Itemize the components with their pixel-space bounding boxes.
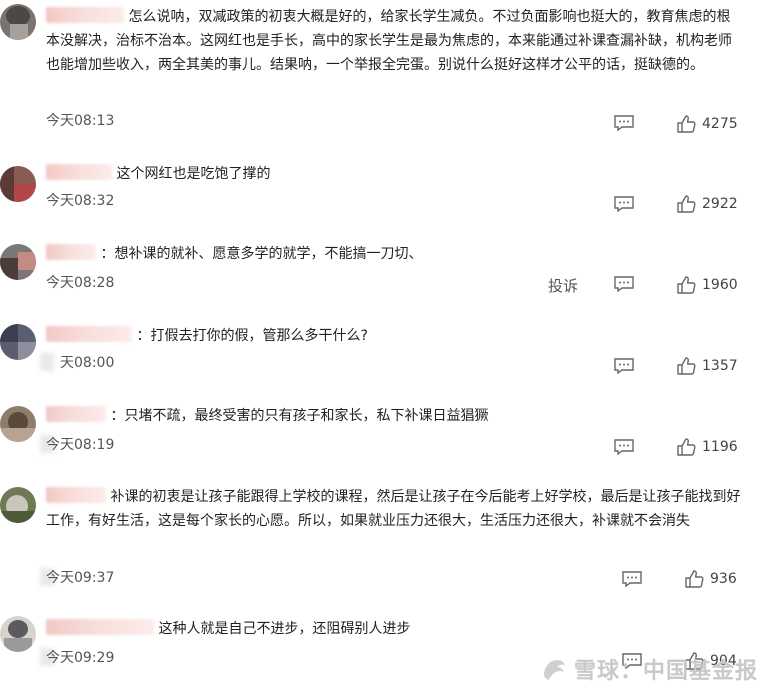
username-blurred[interactable] [46,487,106,503]
like-count: 1960 [702,277,738,293]
comment-reply-icon[interactable] [613,357,635,375]
like-button[interactable]: 1960 [676,274,738,296]
like-button[interactable]: 936 [684,568,737,590]
comment-text: 这种人就是自己不进步，还阻碍别人进步 [46,617,741,641]
report-button[interactable]: 投诉 [548,276,578,296]
like-count: 1196 [702,439,738,455]
snowball-logo-icon [544,660,565,680]
like-count: 4275 [702,116,738,132]
like-button[interactable]: 1357 [676,355,738,377]
comment-text: ：只堵不疏，最终受害的只有孩子和家长，私下补课日益猖獗 [46,404,741,428]
comment-reply-icon[interactable] [613,438,635,456]
comment-time: 今天08:32 [46,193,115,209]
username-blurred[interactable] [46,406,106,422]
thumbs-up-icon [677,438,696,456]
username-blurred[interactable] [46,244,96,260]
comment-time: 今天08:13 [46,113,115,129]
thumbs-up-icon [677,276,696,294]
time-blurred [40,353,54,371]
like-count: 936 [710,571,737,587]
comment-reply-icon[interactable] [613,114,635,132]
watermark: 雪球：中国基金报 [540,652,758,686]
like-count: 1357 [702,358,738,374]
thumbs-up-icon [677,357,696,375]
thumbs-up-icon [677,195,696,213]
comment-reply-icon[interactable] [613,195,635,213]
comment-text: 这个网红也是吃饱了撑的 [46,162,741,186]
avatar[interactable] [0,244,36,280]
comment-time: 今天09:29 [46,650,115,666]
comment-text: ：想补课的就补、愿意多学的就学，不能搞一刀切、 [46,242,741,266]
username-blurred[interactable] [46,619,154,635]
comment-text: ：打假去打你的假，管那么多干什么? [46,324,741,348]
comment-text: 怎么说呐，双减政策的初衷大概是好的，给家长学生减负。不过负面影响也挺大的，教育焦… [46,7,732,73]
username-blurred[interactable] [46,7,124,23]
avatar[interactable] [0,487,36,523]
thumbs-up-icon [677,115,696,133]
comment-time: 今天08:19 [46,437,115,453]
username-blurred[interactable] [46,164,112,180]
thumbs-up-icon [685,570,704,588]
comment-time: 今天08:28 [46,275,115,291]
like-button[interactable]: 4275 [676,113,738,135]
avatar[interactable] [0,166,36,202]
comment-reply-icon[interactable] [613,275,635,293]
avatar[interactable] [0,616,36,652]
username-blurred[interactable] [46,326,132,342]
like-button[interactable]: 2922 [676,193,738,215]
like-button[interactable]: 1196 [676,436,738,458]
comment-time: 今天09:37 [46,570,115,586]
avatar[interactable] [0,324,36,360]
comment-text: 补课的初衷是让孩子能跟得上学校的课程，然后是让孩子在今后能考上好学校，最后是让孩… [46,487,741,529]
avatar[interactable] [0,4,36,40]
like-count: 2922 [702,196,738,212]
watermark-text: 雪球：中国基金报 [574,659,759,684]
comment-reply-icon[interactable] [621,570,643,588]
avatar[interactable] [0,406,36,442]
comment-time: 天08:00 [60,355,115,371]
